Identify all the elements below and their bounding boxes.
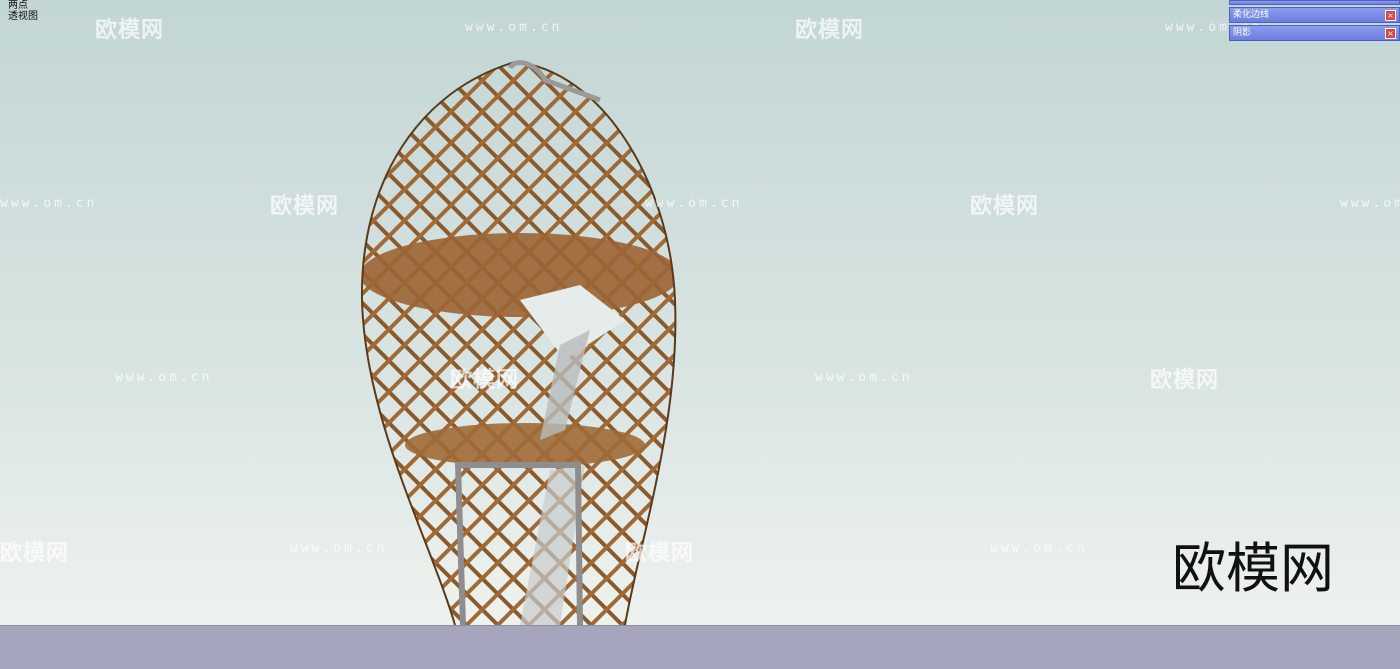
watermark-logo: 欧模网: [625, 541, 695, 566]
brand-watermark: 欧模网: [1172, 537, 1334, 600]
tray-panels: 柔化边线 × 阴影 ×: [1229, 0, 1400, 43]
3d-viewport[interactable]: 两点 透视图 欧模网 欧模网 欧模网 欧模网 欧模网 欧模网 欧模网 欧模网 w…: [0, 0, 1400, 669]
watermark-url: www.om.cn: [290, 541, 388, 556]
watermark-logo: 欧模网: [1150, 368, 1220, 393]
upper-floor: [361, 233, 676, 317]
tray-soften-edges[interactable]: 柔化边线 ×: [1229, 7, 1400, 23]
close-icon[interactable]: ×: [1385, 10, 1396, 21]
close-icon[interactable]: ×: [1385, 28, 1396, 39]
watermark-url: www.om.cn: [990, 541, 1088, 556]
tray-title: 阴影: [1233, 28, 1252, 38]
watermark-logo: 欧模网: [95, 18, 165, 43]
watermark-logo: 欧模网: [0, 541, 70, 566]
watermark-logo: 欧模网: [270, 194, 340, 219]
tray-title: 柔化边线: [1233, 10, 1270, 20]
watermark-url: www.om.cn: [1340, 196, 1400, 211]
tray-shadows[interactable]: 阴影 ×: [1229, 25, 1400, 41]
watermark-url: www.om.cn: [645, 196, 743, 211]
watermark-logo: 欧模网: [970, 194, 1040, 219]
watermark-logo: 欧模网: [450, 368, 520, 393]
lower-floor: [405, 423, 645, 467]
watermark-url: www.om.cn: [0, 196, 98, 211]
watermark-url: www.om.cn: [465, 20, 563, 35]
tray-collapsed[interactable]: [1229, 0, 1400, 5]
watermark-url: www.om.cn: [115, 370, 213, 385]
watermark-url: www.om.cn: [815, 370, 913, 385]
watermark-logo: 欧模网: [795, 18, 865, 43]
